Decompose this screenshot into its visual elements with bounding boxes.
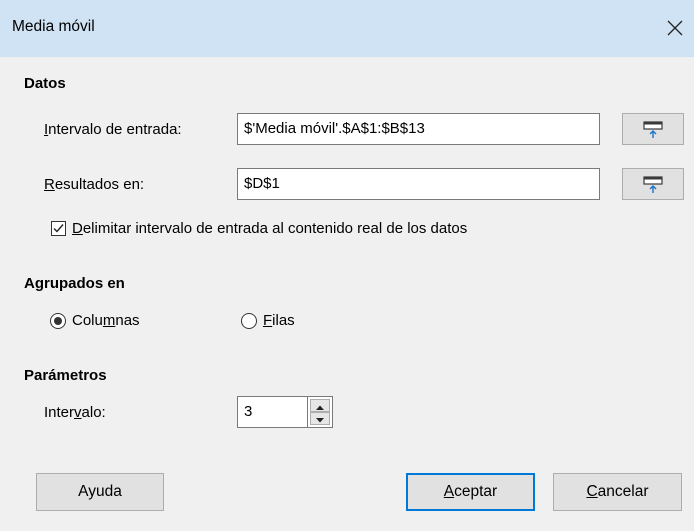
shrink-icon	[643, 176, 663, 193]
input-range-label: Intervalo de entrada:	[44, 121, 182, 138]
results-in-label: Resultados en:	[44, 176, 145, 193]
params-heading: Parámetros	[24, 367, 107, 384]
columns-radio[interactable]	[50, 313, 66, 329]
spin-down-button[interactable]	[310, 412, 330, 425]
input-range-field[interactable]: $'Media móvil'.$A$1:$B$13	[237, 113, 600, 145]
moving-average-dialog: Media móvil Datos Intervalo de entrada: …	[0, 0, 694, 531]
shrink-icon	[643, 121, 663, 138]
rows-radio[interactable]	[241, 313, 257, 329]
ok-button[interactable]: Aceptar	[406, 473, 535, 511]
spin-up-button[interactable]	[310, 399, 330, 412]
results-in-field[interactable]: $D$1	[237, 168, 600, 200]
checkmark-icon	[53, 224, 64, 233]
input-range-shrink-button[interactable]	[622, 113, 684, 145]
interval-label: Intervalo:	[44, 404, 106, 421]
cancel-button[interactable]: Cancelar	[553, 473, 682, 511]
close-icon	[667, 20, 683, 36]
limit-range-label: Delimitar intervalo de entrada al conten…	[72, 220, 468, 237]
rows-label: Filas	[263, 312, 295, 329]
arrow-down-icon	[316, 418, 324, 423]
columns-label: Columnas	[72, 312, 140, 329]
window-title: Media móvil	[12, 18, 95, 35]
interval-spinner	[307, 396, 333, 428]
limit-range-checkbox[interactable]	[51, 221, 66, 236]
datos-heading: Datos	[24, 75, 66, 92]
close-button[interactable]	[660, 13, 690, 43]
interval-field[interactable]: 3	[237, 396, 309, 428]
help-button[interactable]: Ayuda	[36, 473, 164, 511]
grouped-heading: Agrupados en	[24, 275, 125, 292]
title-bar: Media móvil	[0, 0, 694, 57]
results-in-shrink-button[interactable]	[622, 168, 684, 200]
